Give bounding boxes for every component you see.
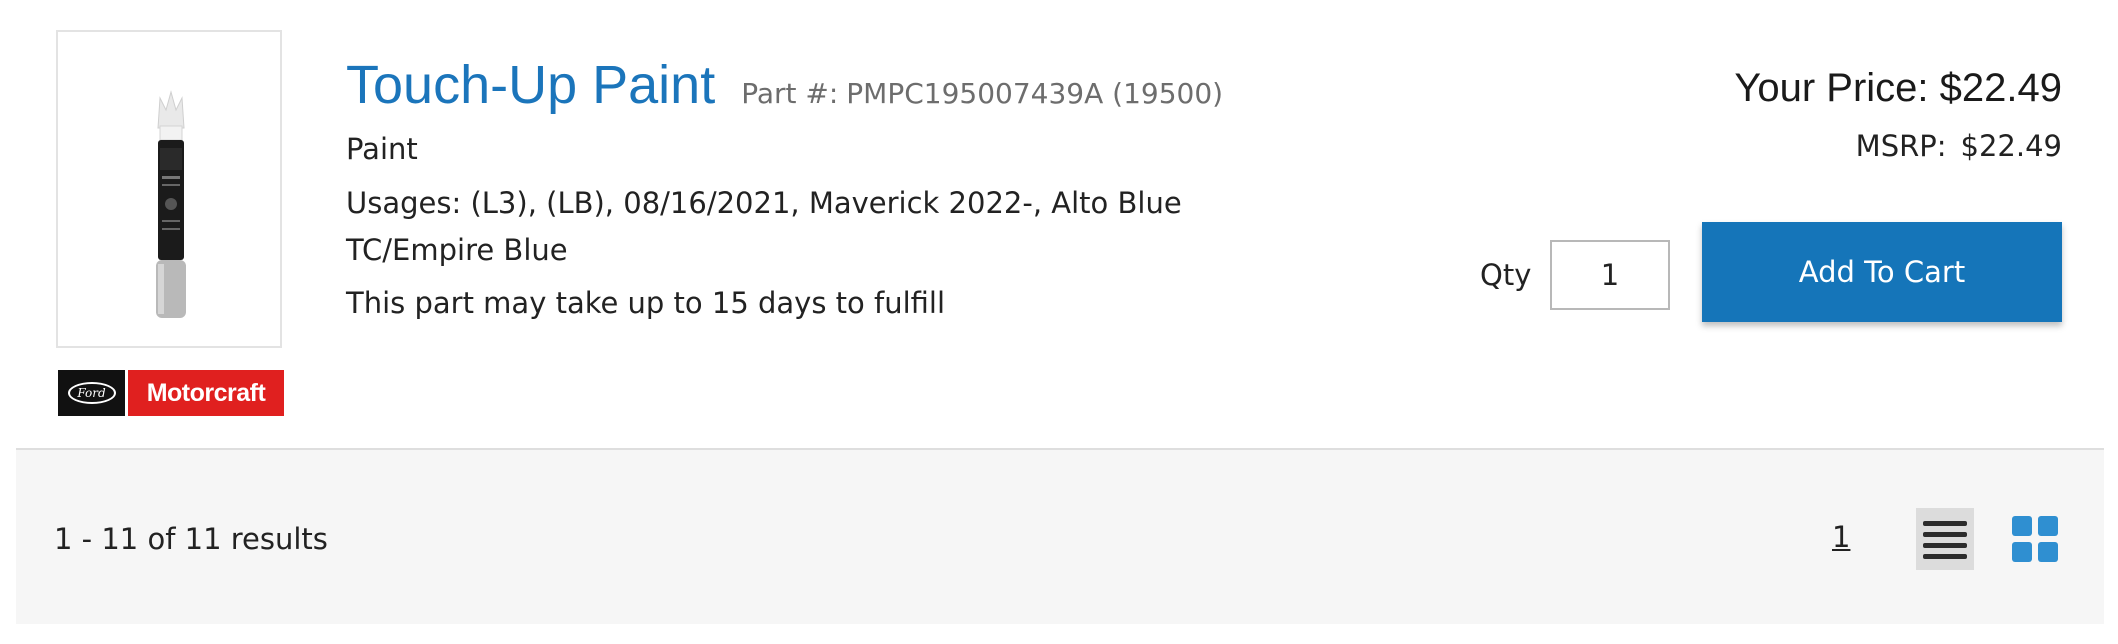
brand-logo: Ford Motorcraft (58, 370, 284, 416)
msrp-label: MSRP: (1855, 129, 1947, 163)
ford-oval-icon: Ford (67, 382, 116, 404)
results-bar: 1 - 11 of 11 results 1 (16, 448, 2104, 624)
ford-logo: Ford (58, 370, 125, 416)
grid-view-icon (2012, 516, 2058, 562)
add-to-cart-button[interactable]: Add To Cart (1702, 222, 2062, 322)
touch-up-paint-pen-icon (156, 90, 186, 318)
product-usages: Usages: (L3), (LB), 08/16/2021, Maverick… (346, 186, 1182, 267)
title-row: Touch-Up Paint Part #: PMPC195007439A (1… (346, 54, 1346, 116)
results-count: 1 - 11 of 11 results (54, 522, 328, 556)
grid-view-button[interactable] (2004, 508, 2066, 570)
product-card: Ford Motorcraft Touch-Up Paint Part #: P… (0, 0, 2118, 448)
page-link-1[interactable]: 1 (1832, 520, 1850, 554)
product-title-link[interactable]: Touch-Up Paint (346, 54, 715, 116)
qty-label: Qty (1480, 258, 1532, 292)
product-image[interactable] (56, 30, 282, 348)
qty-input[interactable] (1550, 240, 1670, 310)
motorcraft-logo: Motorcraft (128, 370, 284, 416)
msrp-value: $22.49 (1960, 129, 2062, 163)
product-category: Paint (346, 132, 418, 166)
part-number-label: Part #: (741, 77, 839, 110)
part-number: PMPC195007439A (19500) (846, 77, 1224, 110)
msrp: MSRP: $22.49 (1734, 129, 2062, 163)
pricing: Your Price: $22.49 MSRP: $22.49 (1734, 66, 2062, 163)
page: Ford Motorcraft Touch-Up Paint Part #: P… (0, 0, 2118, 644)
list-view-button[interactable] (1916, 508, 1974, 570)
fulfillment-note: This part may take up to 15 days to fulf… (346, 286, 946, 320)
list-view-icon (1923, 521, 1967, 559)
product-info: Touch-Up Paint Part #: PMPC195007439A (1… (346, 54, 1346, 320)
your-price: Your Price: $22.49 (1734, 66, 2062, 110)
